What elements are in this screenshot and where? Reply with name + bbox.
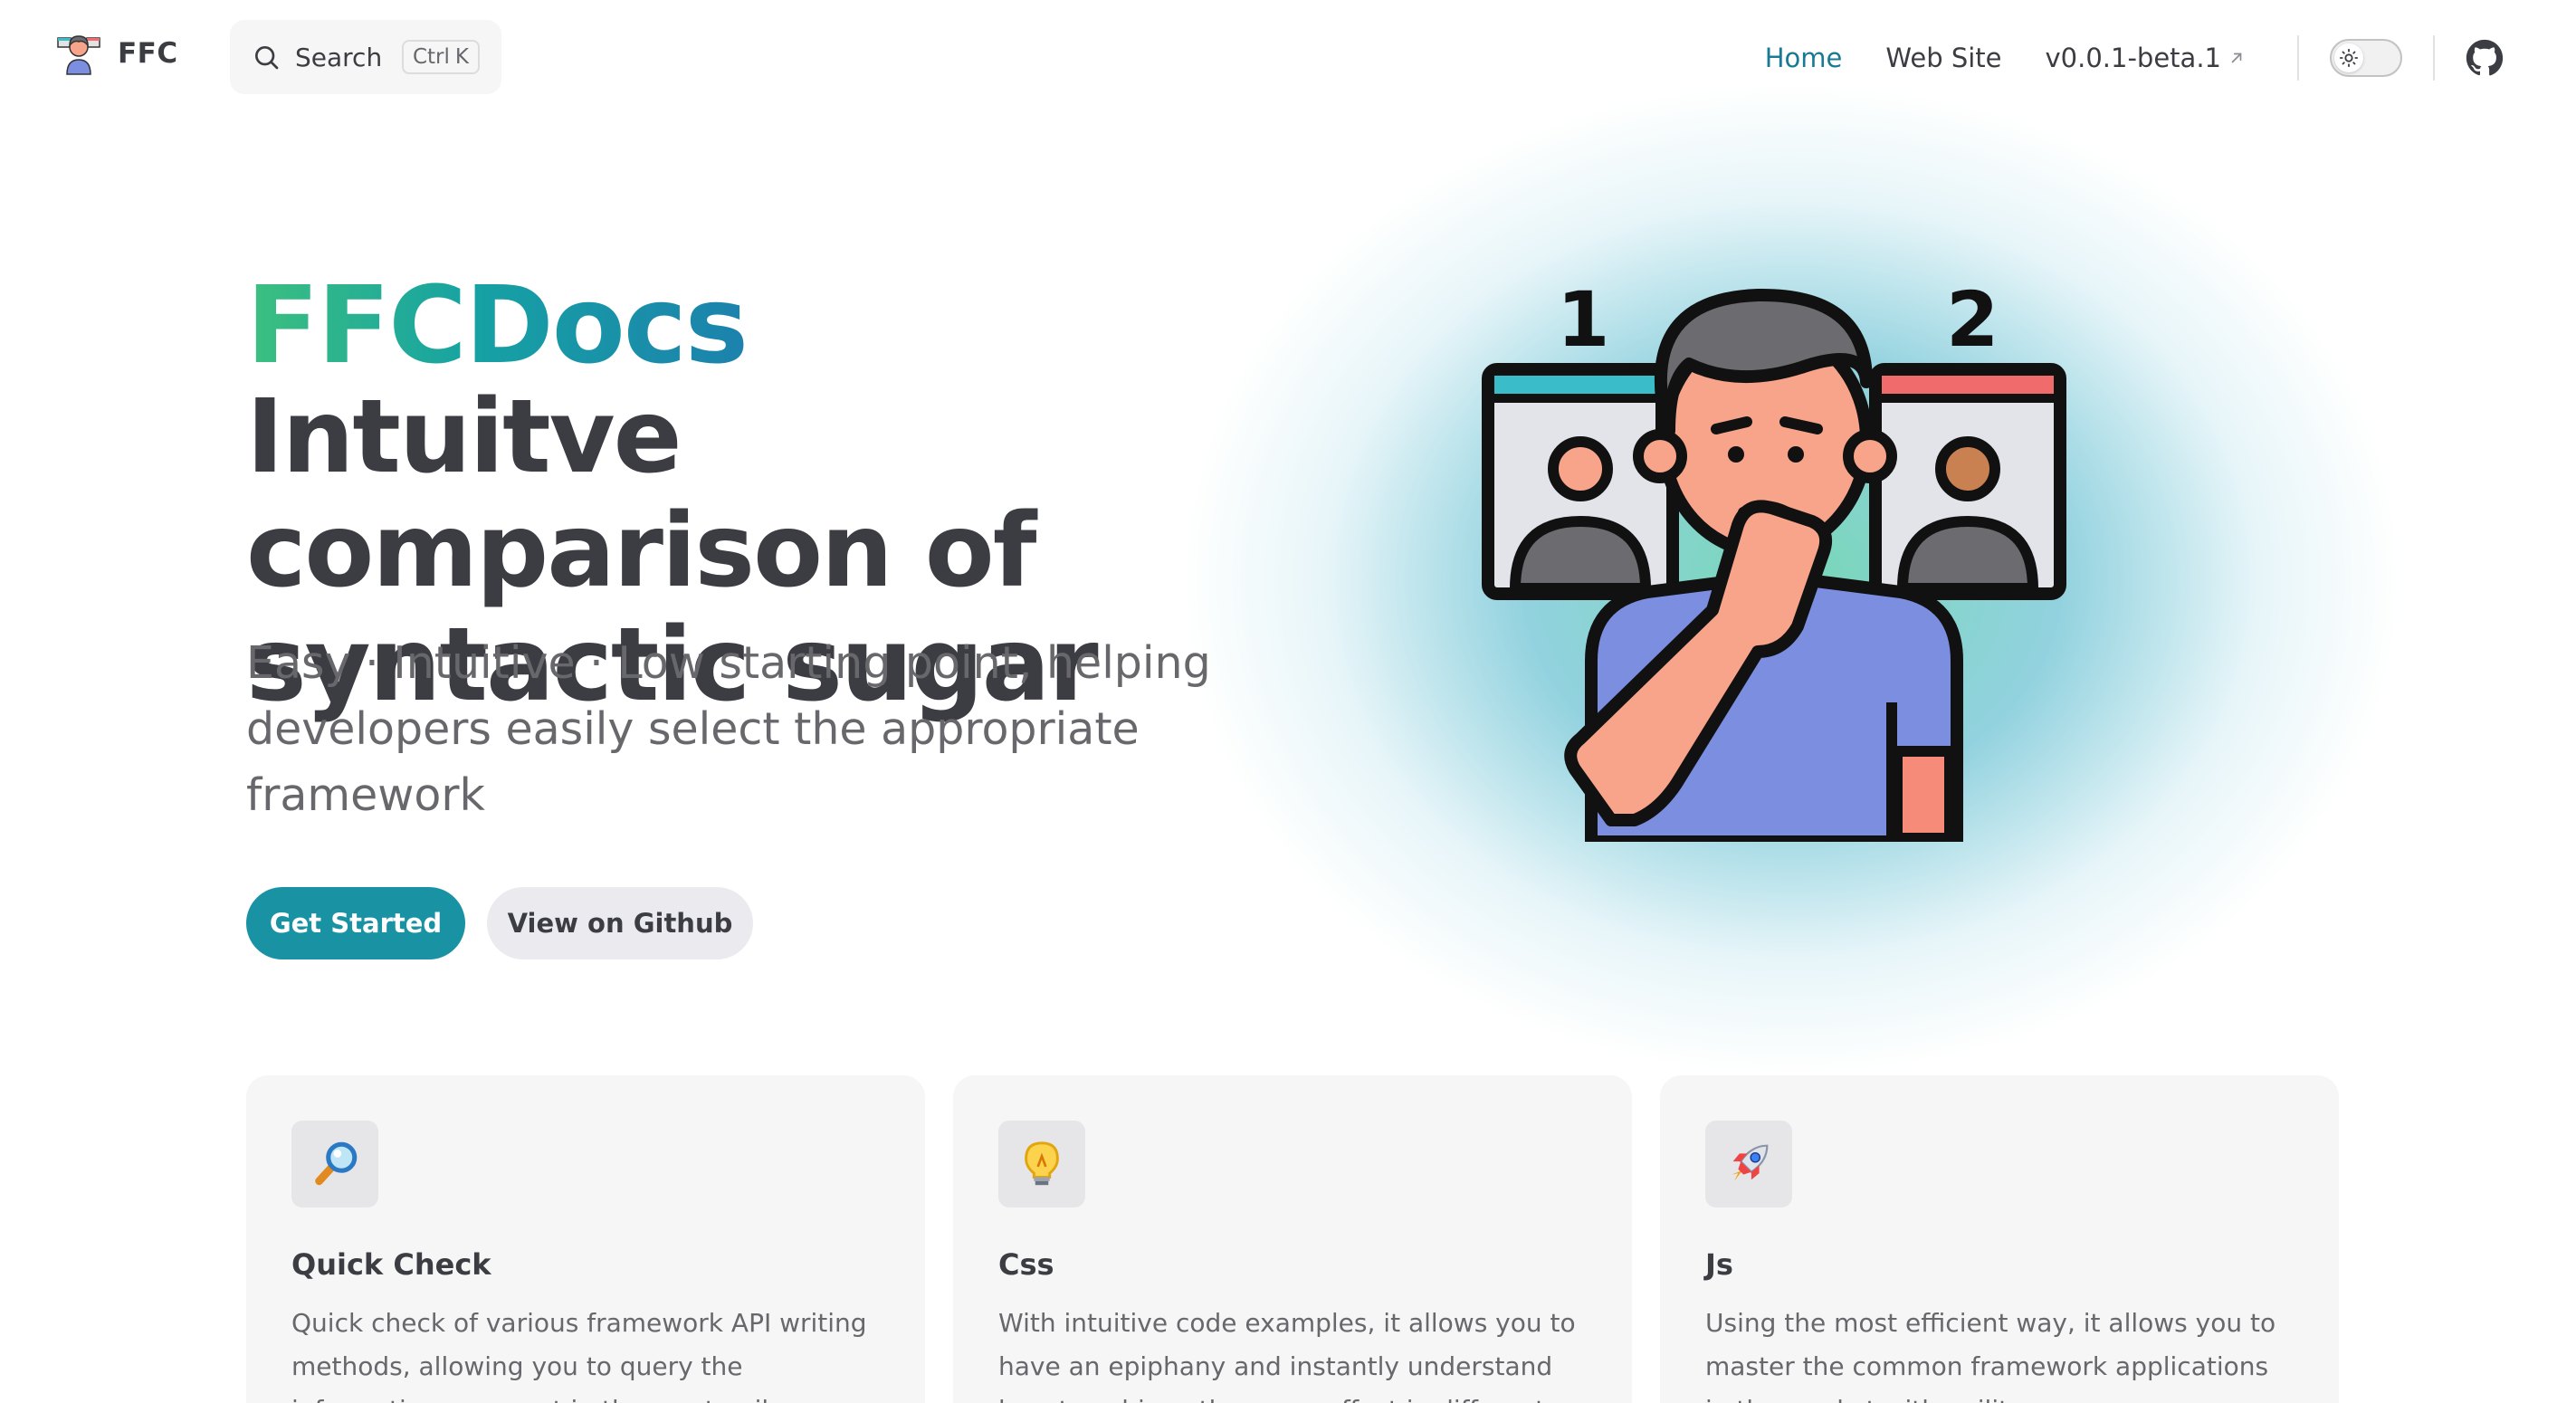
shortcut-key: K: [454, 45, 469, 69]
feature-title: Quick Check: [291, 1247, 491, 1282]
nav-divider: [2433, 35, 2435, 81]
search-button[interactable]: Search Ctrl K: [230, 20, 501, 94]
left-profile-frame: [1482, 363, 1679, 600]
feature-icon-box: [998, 1121, 1085, 1207]
hero-name: FFCDocs: [246, 262, 749, 387]
feature-details: With intuitive code examples, it allows …: [998, 1308, 1576, 1403]
search-shortcut: Ctrl K: [401, 40, 480, 74]
feature-details: Quick check of various framework API wri…: [291, 1308, 867, 1403]
rocket-icon: [1732, 1144, 1769, 1181]
feature-details: Using the most efficient way, it allows …: [1705, 1308, 2276, 1403]
search-icon: [255, 46, 279, 70]
feature-title: Css: [998, 1247, 1054, 1282]
right-profile-frame: [1869, 363, 2066, 600]
theme-toggle[interactable]: [2330, 39, 2402, 77]
lightbulb-icon: [1025, 1141, 1059, 1186]
view-on-github-button[interactable]: View on Github: [487, 887, 753, 959]
external-link-icon: [2231, 52, 2242, 63]
sun-icon: [2339, 48, 2359, 68]
brand-name: FFC: [118, 37, 178, 70]
feature-icon-box: [1705, 1121, 1792, 1207]
get-started-button[interactable]: Get Started: [246, 887, 465, 959]
github-icon[interactable]: [2466, 39, 2504, 77]
nav-link-label: v0.0.1-beta.1: [2045, 43, 2221, 73]
brand-logo-icon: [57, 35, 100, 75]
thinking-person-illustration: 1 2: [1482, 275, 2066, 842]
hero-tagline: Easy · Intuitive · Low starting point, h…: [246, 637, 1211, 821]
shortcut-mod: Ctrl: [412, 45, 450, 69]
brand-link[interactable]: FFC: [56, 31, 178, 76]
nav-link-version[interactable]: v0.0.1-beta.1: [2024, 43, 2266, 73]
feature-title: Js: [1705, 1247, 1733, 1282]
top-nav: FFC Search Ctrl K Home Web Site v0.0.1-b…: [0, 0, 2576, 116]
feature-icon-box: [291, 1121, 378, 1207]
magnifier-icon: [315, 1141, 358, 1186]
feature-card-css: Css With intuitive code examples, it all…: [953, 1075, 1632, 1403]
feature-card-js: Js Using the most efficient way, it allo…: [1660, 1075, 2339, 1403]
nav-link-label: Web Site: [1885, 43, 2002, 73]
theme-knob: [2334, 43, 2363, 72]
option-number-2: 2: [1946, 275, 1999, 364]
search-label: Search: [295, 42, 383, 72]
feature-card-quick-check: Quick Check Quick check of various frame…: [246, 1075, 925, 1403]
nav-divider: [2297, 35, 2299, 81]
option-number-1: 1: [1557, 275, 1609, 364]
